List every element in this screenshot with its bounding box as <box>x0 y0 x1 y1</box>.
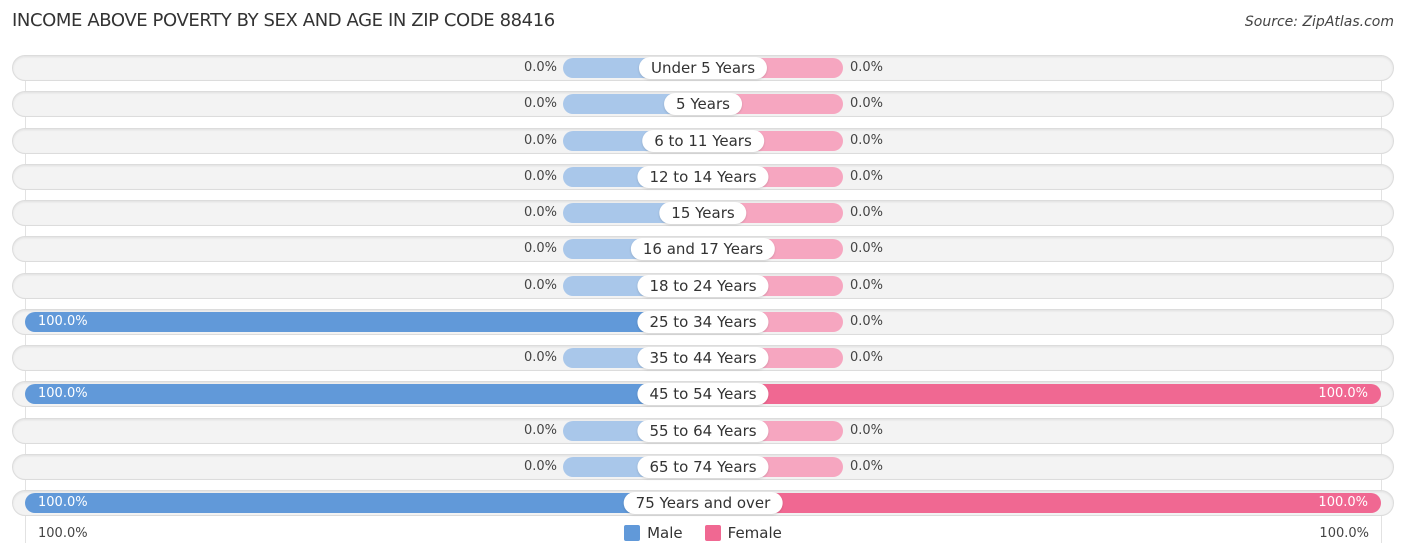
value-label-male: 0.0% <box>523 205 557 220</box>
category-label: 18 to 24 Years <box>637 274 769 297</box>
category-label: 25 to 34 Years <box>637 310 769 333</box>
chart-area: 0.0% 0.0% Under 5 Years 0.0% 0.0% 5 Years 0.0%… <box>0 0 1406 559</box>
category-label: 65 to 74 Years <box>637 455 769 478</box>
legend: Male Female <box>0 524 1406 542</box>
category-label: 5 Years <box>664 93 742 116</box>
value-label-male: 0.0% <box>523 422 557 438</box>
legend-item-female[interactable]: Female <box>704 524 782 542</box>
category-label: 12 to 14 Years <box>637 165 769 188</box>
bar-female[interactable] <box>703 493 1381 513</box>
value-label-female: 0.0% <box>850 241 884 257</box>
value-label-male: 0.0% <box>523 60 557 75</box>
bar-male[interactable] <box>25 311 703 332</box>
value-label-male: 0.0% <box>523 350 557 365</box>
bar-female[interactable] <box>703 384 1381 405</box>
legend-label-male: Male <box>647 524 683 542</box>
value-label-male: 0.0% <box>523 168 557 184</box>
value-label-female: 100.0% <box>1318 386 1368 402</box>
category-label: 35 to 44 Years <box>637 347 769 369</box>
legend-swatch-male <box>624 525 641 541</box>
value-label-female: 0.0% <box>850 96 884 112</box>
value-label-female: 0.0% <box>850 313 884 329</box>
value-label-female: 0.0% <box>850 60 884 75</box>
category-label: 6 to 11 Years <box>642 129 764 152</box>
value-label-female: 0.0% <box>850 168 884 184</box>
category-label: 16 and 17 Years <box>630 238 776 261</box>
value-label-female: 100.0% <box>1318 495 1368 510</box>
legend-item-male[interactable]: Male <box>624 524 683 542</box>
category-label: 15 Years <box>659 202 747 224</box>
legend-label-female: Female <box>727 524 782 542</box>
value-label-male: 100.0% <box>38 386 88 402</box>
value-label-female: 0.0% <box>850 350 884 365</box>
value-label-male: 0.0% <box>523 458 557 474</box>
category-label: 45 to 54 Years <box>637 383 769 406</box>
category-label: 75 Years and over <box>623 492 783 514</box>
value-label-female: 0.0% <box>850 132 884 148</box>
value-label-female: 0.0% <box>850 277 884 293</box>
value-label-female: 0.0% <box>850 422 884 438</box>
value-label-male: 100.0% <box>38 495 88 510</box>
bar-male[interactable] <box>25 493 703 513</box>
value-label-female: 0.0% <box>850 458 884 474</box>
category-label: Under 5 Years <box>638 57 768 79</box>
legend-swatch-female <box>704 525 721 541</box>
value-label-male: 0.0% <box>523 96 557 112</box>
value-label-female: 0.0% <box>850 205 884 220</box>
value-label-male: 100.0% <box>38 313 88 329</box>
value-label-male: 0.0% <box>523 241 557 257</box>
value-label-male: 0.0% <box>523 277 557 293</box>
category-label: 55 to 64 Years <box>637 419 769 442</box>
value-label-male: 0.0% <box>523 132 557 148</box>
bar-male[interactable] <box>25 384 703 405</box>
